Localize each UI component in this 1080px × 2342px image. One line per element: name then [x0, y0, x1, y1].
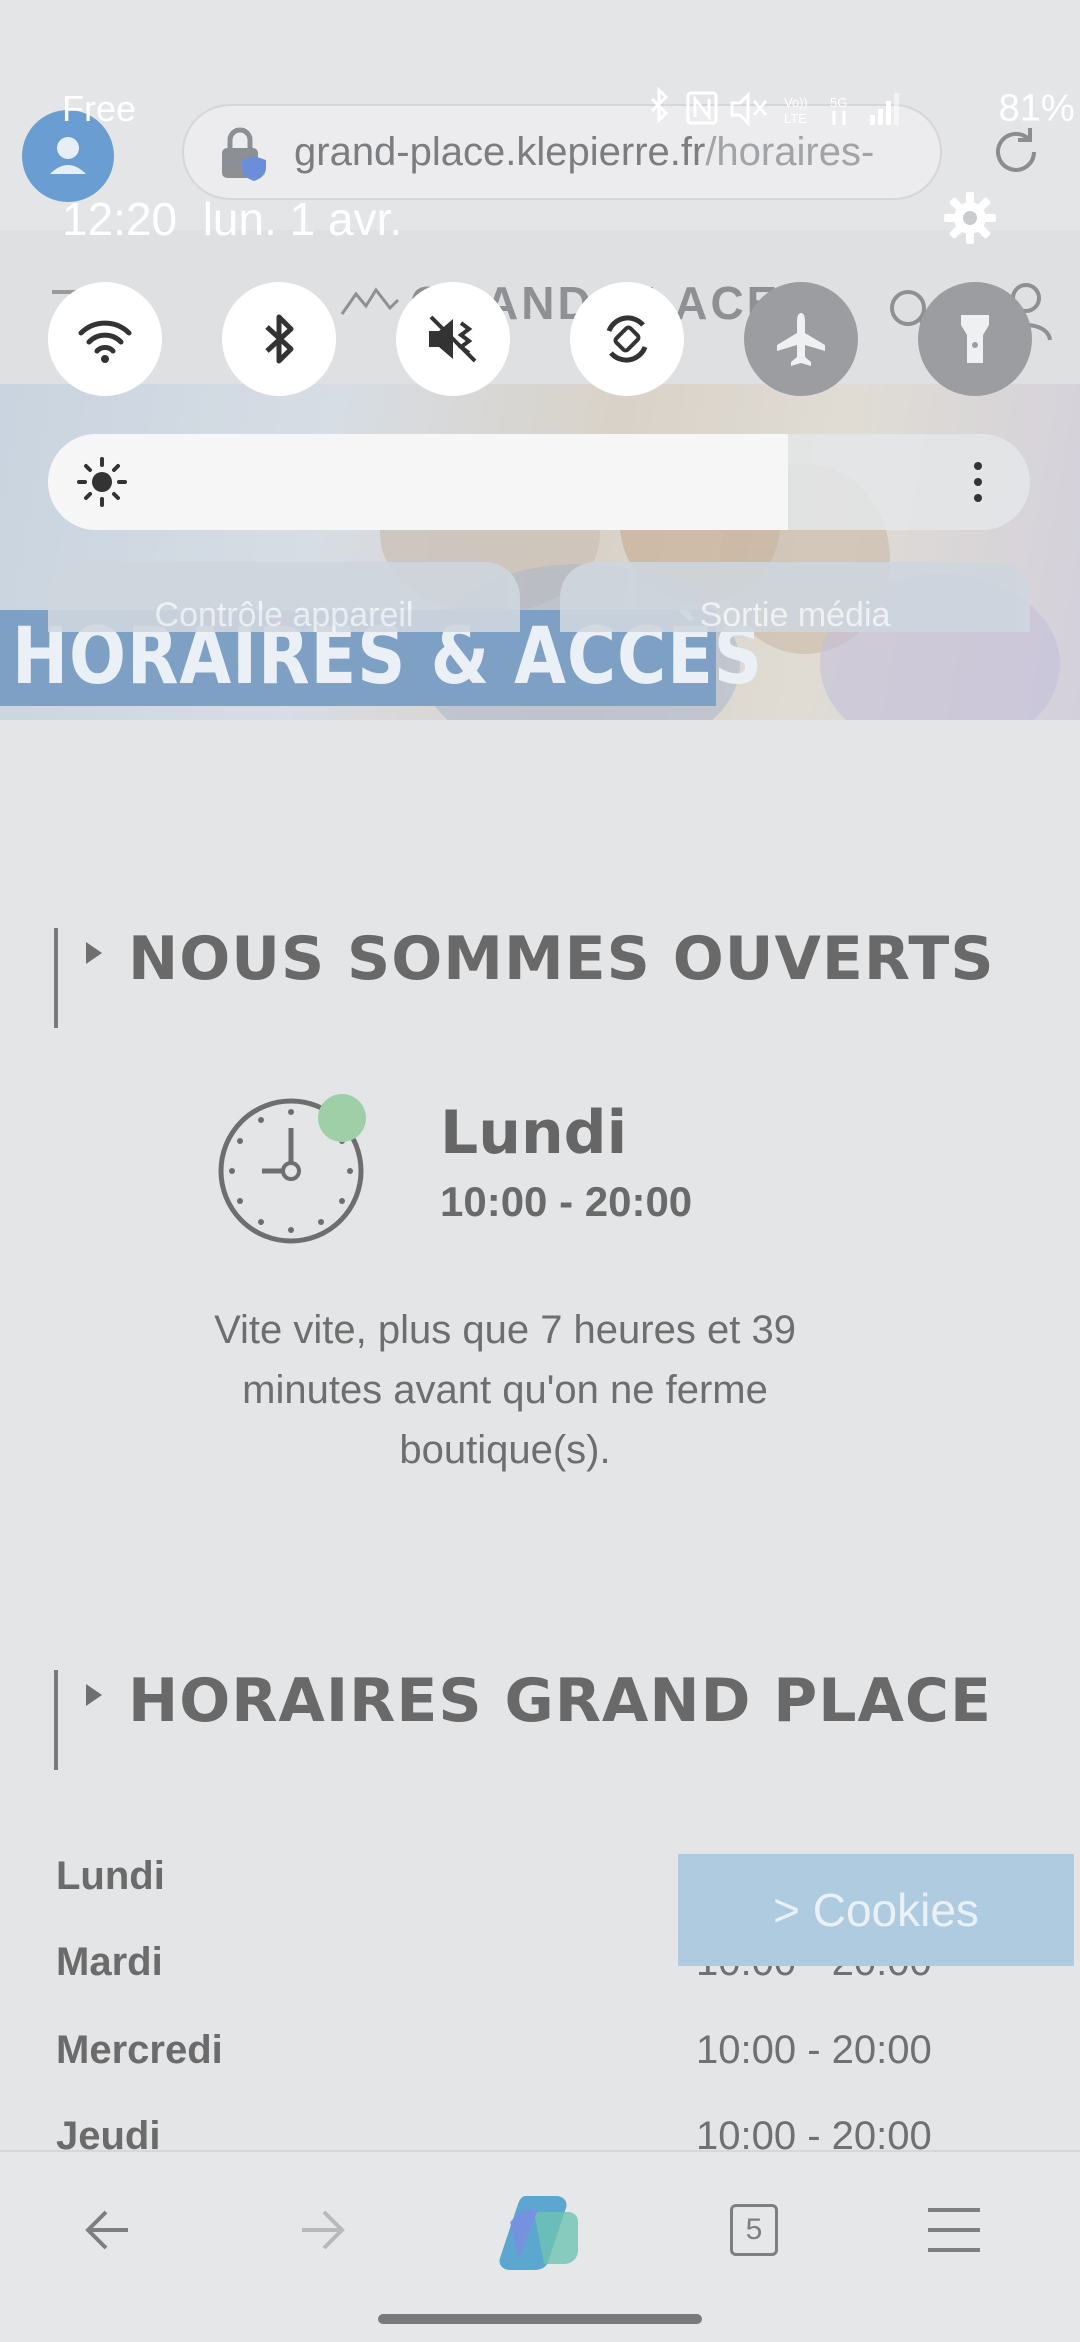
svg-text:Vo)): Vo))	[784, 95, 808, 110]
settings-gear-icon[interactable]	[942, 190, 998, 246]
media-output-label: Sortie média	[699, 596, 891, 632]
date: lun. 1 avr.	[202, 193, 403, 245]
carrier-label: Free	[62, 88, 137, 129]
schedule-hours: 10:00 - 20:00	[696, 2028, 932, 2072]
url-host: grand-place.klepierre.fr	[294, 130, 706, 174]
flashlight-icon	[961, 315, 989, 363]
schedule-section-title: HORAIRES GRAND PLACE	[128, 1666, 992, 1736]
device-control-label: Contrôle appareil	[154, 596, 414, 632]
flashlight-toggle[interactable]	[918, 282, 1032, 396]
brightness-slider-fill	[48, 434, 788, 530]
battery-percent: 81%	[998, 87, 1075, 130]
cookies-button[interactable]: > Cookies	[678, 1854, 1074, 1966]
today-name: Lundi	[440, 1098, 628, 1168]
url-path: /horaires-	[705, 130, 875, 174]
section-divider	[54, 928, 58, 1028]
status-icons: Vo)) LTE 5G 81%	[648, 86, 1080, 131]
back-icon[interactable]	[78, 2200, 138, 2260]
section-divider	[54, 1670, 58, 1770]
sound-mode-toggle[interactable]	[396, 282, 510, 396]
svg-text:5G: 5G	[830, 95, 847, 110]
bluetooth-icon	[265, 314, 294, 364]
vibrate-mute-icon	[429, 315, 477, 363]
logo-mountains-icon	[340, 287, 400, 315]
reload-icon[interactable]	[986, 122, 1046, 182]
schedule-day: Mercredi	[56, 2028, 223, 2072]
auto-rotate-icon	[606, 315, 648, 363]
triangle-bullet-icon	[86, 942, 102, 964]
system-status-icons: Vo)) LTE 5G	[650, 86, 899, 127]
open-section-title: NOUS SOMMES OUVERTS	[128, 924, 995, 994]
schedule-row: Mercredi 10:00 - 20:00	[56, 2028, 956, 2088]
forward-icon[interactable]	[292, 2200, 352, 2260]
auto-rotate-toggle[interactable]	[570, 282, 684, 396]
airplane-mode-toggle[interactable]	[744, 282, 858, 396]
more-options-icon[interactable]	[966, 456, 990, 508]
bluetooth-toggle[interactable]	[222, 282, 336, 396]
schedule-day: Lundi	[56, 1854, 165, 1898]
browser-page: grand-place.klepierre.fr/horaires- GRAND…	[0, 0, 1080, 2342]
shade-datetime: 12:20 lun. 1 avr.	[62, 192, 402, 246]
lock-shield-icon	[222, 127, 266, 181]
tabs-button[interactable]: 5	[730, 2204, 778, 2256]
open-status-dot	[318, 1094, 366, 1142]
wifi-toggle[interactable]	[48, 282, 162, 396]
device-control-button[interactable]: Contrôle appareil	[48, 562, 520, 632]
today-hours: 10:00 - 20:00	[440, 1178, 693, 1225]
gesture-bar[interactable]	[378, 2314, 702, 2324]
airplane-icon	[777, 313, 825, 366]
copilot-icon[interactable]	[496, 2190, 584, 2274]
media-output-button[interactable]: Sortie média	[560, 562, 1030, 632]
url-text: grand-place.klepierre.fr/horaires-	[294, 130, 924, 175]
brightness-sun-icon	[77, 457, 127, 507]
schedule-day: Mardi	[56, 1940, 163, 1984]
clock-time: 12:20	[62, 193, 178, 245]
wifi-icon	[78, 320, 132, 363]
svg-text:LTE: LTE	[784, 111, 807, 126]
closing-countdown-text: Vite vite, plus que 7 heures et 39 minut…	[214, 1308, 796, 1472]
menu-icon[interactable]	[924, 2202, 984, 2258]
triangle-bullet-icon	[86, 1684, 102, 1706]
